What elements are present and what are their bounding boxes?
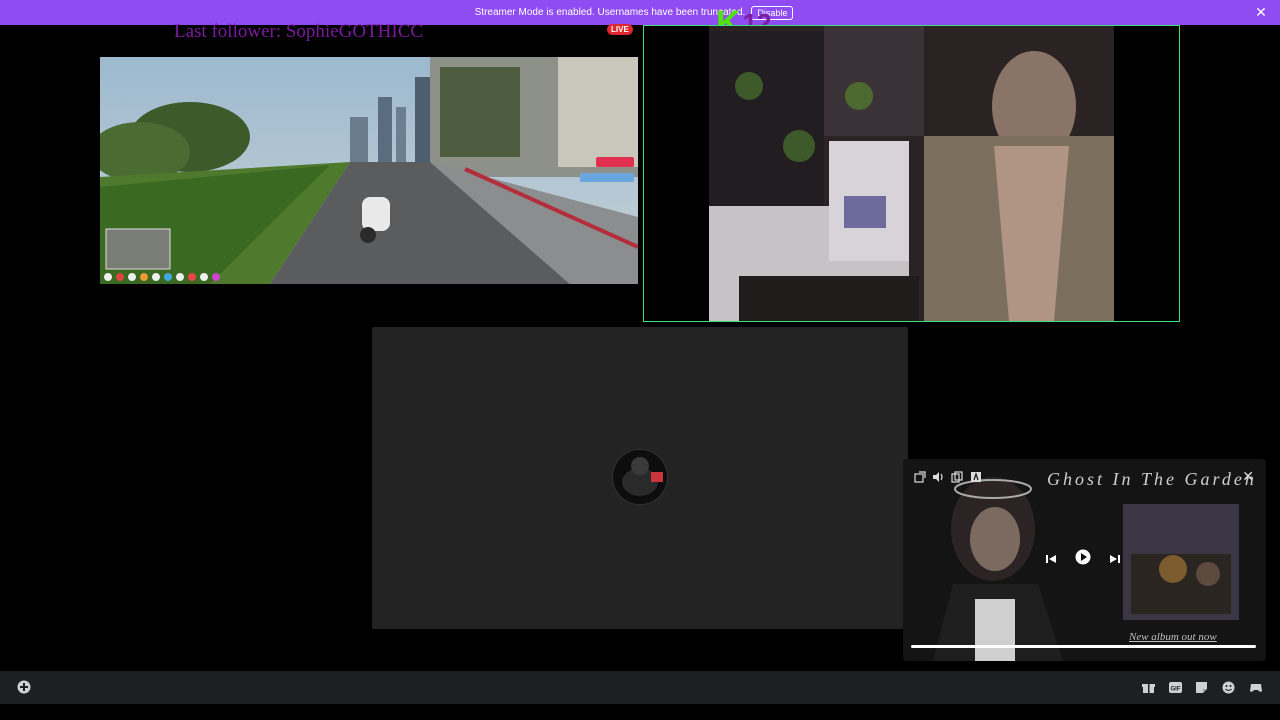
album-subtitle: New album out now xyxy=(1129,631,1217,643)
plus-icon[interactable] xyxy=(17,680,31,699)
playback-progress[interactable] xyxy=(911,645,1256,648)
voice-participant-tile[interactable] xyxy=(372,327,908,629)
last-follower-text: Last follower: SophieGOTHICC xyxy=(174,21,424,42)
avatar xyxy=(612,449,668,505)
gift-icon[interactable] xyxy=(1142,681,1155,699)
close-icon[interactable]: ✕ xyxy=(1254,5,1268,19)
live-badge: LIVE xyxy=(607,24,633,35)
gif-icon[interactable]: GIF xyxy=(1169,681,1182,699)
progress-fill xyxy=(911,645,1256,648)
copy-icon[interactable] xyxy=(951,470,963,483)
music-player[interactable]: ✕ Ghost In The Garden New album out now xyxy=(903,459,1266,661)
volume-icon[interactable] xyxy=(932,470,944,482)
next-icon[interactable] xyxy=(1109,552,1121,570)
sticker-icon[interactable] xyxy=(1195,681,1208,699)
play-icon[interactable] xyxy=(1075,549,1091,570)
track-title: Ghost In The Garden xyxy=(1047,469,1257,489)
chat-input-bar[interactable]: GIF xyxy=(0,671,1280,704)
previous-icon[interactable] xyxy=(1045,552,1057,570)
webcam-video xyxy=(709,26,1114,321)
svg-text:GIF: GIF xyxy=(1171,687,1181,693)
game-stream-tile[interactable] xyxy=(100,57,638,284)
banner-message: Streamer Mode is enabled. Usernames have… xyxy=(474,7,746,18)
game-scene xyxy=(100,57,638,284)
lyrics-icon[interactable] xyxy=(970,470,982,482)
popout-icon[interactable] xyxy=(914,470,926,483)
webcam-stream-tile[interactable] xyxy=(643,25,1180,322)
activity-icon[interactable] xyxy=(1249,681,1263,699)
emoji-icon[interactable] xyxy=(1222,681,1235,699)
